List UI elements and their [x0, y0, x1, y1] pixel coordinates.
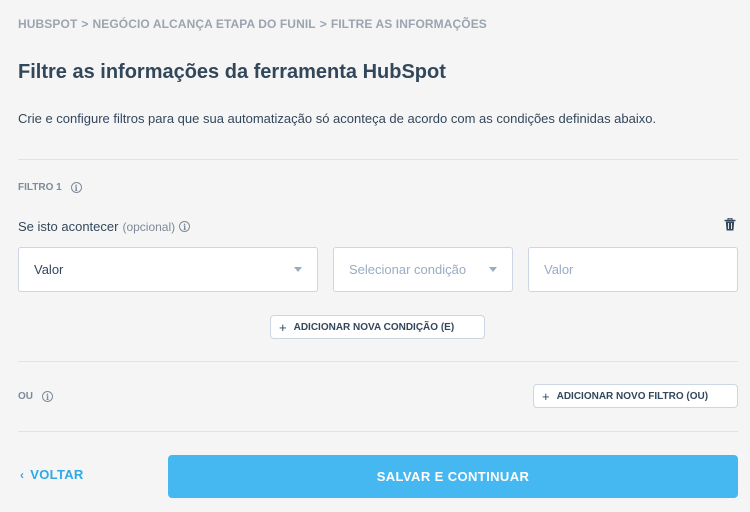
field-select-value: Valor — [34, 262, 64, 277]
back-button[interactable]: ‹ VOLTAR — [20, 467, 84, 482]
optional-tag: (opcional) — [122, 219, 176, 234]
info-icon[interactable]: i — [42, 391, 53, 402]
value-input-placeholder: Valor — [544, 262, 574, 277]
breadcrumb-item-trigger[interactable]: NEGÓCIO ALCANÇA ETAPA DO FUNIL — [92, 17, 315, 31]
info-icon[interactable]: i — [179, 221, 191, 232]
page-title: Filtre as informações da ferramenta HubS… — [18, 61, 446, 83]
breadcrumb-separator: > — [319, 17, 327, 31]
condition-label: Se isto acontecer (opcional) i — [18, 219, 191, 234]
save-continue-button[interactable]: SALVAR E CONTINUAR — [168, 455, 738, 498]
add-condition-label: ADICIONAR NOVA CONDIÇÃO (E) — [293, 321, 455, 333]
divider — [18, 431, 738, 432]
or-label: OU i — [18, 391, 53, 402]
field-select[interactable]: Valor — [18, 247, 318, 292]
chevron-left-icon: ‹ — [20, 467, 25, 482]
filter-label-text: FILTRO 1 — [18, 182, 62, 193]
info-icon[interactable]: i — [70, 182, 82, 193]
page-description: Crie e configure filtros para que sua au… — [18, 111, 657, 126]
add-condition-button[interactable]: + ADICIONAR NOVA CONDIÇÃO (E) — [270, 315, 485, 339]
caret-down-icon — [294, 267, 302, 272]
breadcrumb-separator: > — [81, 17, 89, 31]
breadcrumb-item-hubspot[interactable]: HUBSPOT — [18, 17, 77, 31]
add-filter-label: ADICIONAR NOVO FILTRO (OU) — [556, 390, 709, 402]
condition-label-text: Se isto acontecer — [18, 219, 119, 234]
save-continue-label: SALVAR E CONTINUAR — [376, 469, 530, 484]
add-filter-button[interactable]: + ADICIONAR NOVO FILTRO (OU) — [533, 384, 738, 408]
value-input[interactable]: Valor — [528, 247, 738, 292]
or-label-text: OU — [18, 391, 33, 402]
divider — [18, 361, 738, 362]
trash-icon[interactable] — [724, 218, 736, 231]
back-label: VOLTAR — [30, 467, 84, 482]
breadcrumb: HUBSPOT > NEGÓCIO ALCANÇA ETAPA DO FUNIL > F… — [18, 17, 487, 31]
caret-down-icon — [489, 267, 497, 272]
divider — [18, 159, 738, 160]
filter-label: FILTRO 1 i — [18, 182, 82, 193]
condition-select[interactable]: Selecionar condição — [333, 247, 513, 292]
breadcrumb-item-current: FILTRE AS INFORMAÇÕES — [330, 17, 487, 31]
condition-select-placeholder: Selecionar condição — [349, 262, 467, 277]
plus-icon: + — [279, 319, 287, 335]
plus-icon: + — [542, 388, 550, 404]
